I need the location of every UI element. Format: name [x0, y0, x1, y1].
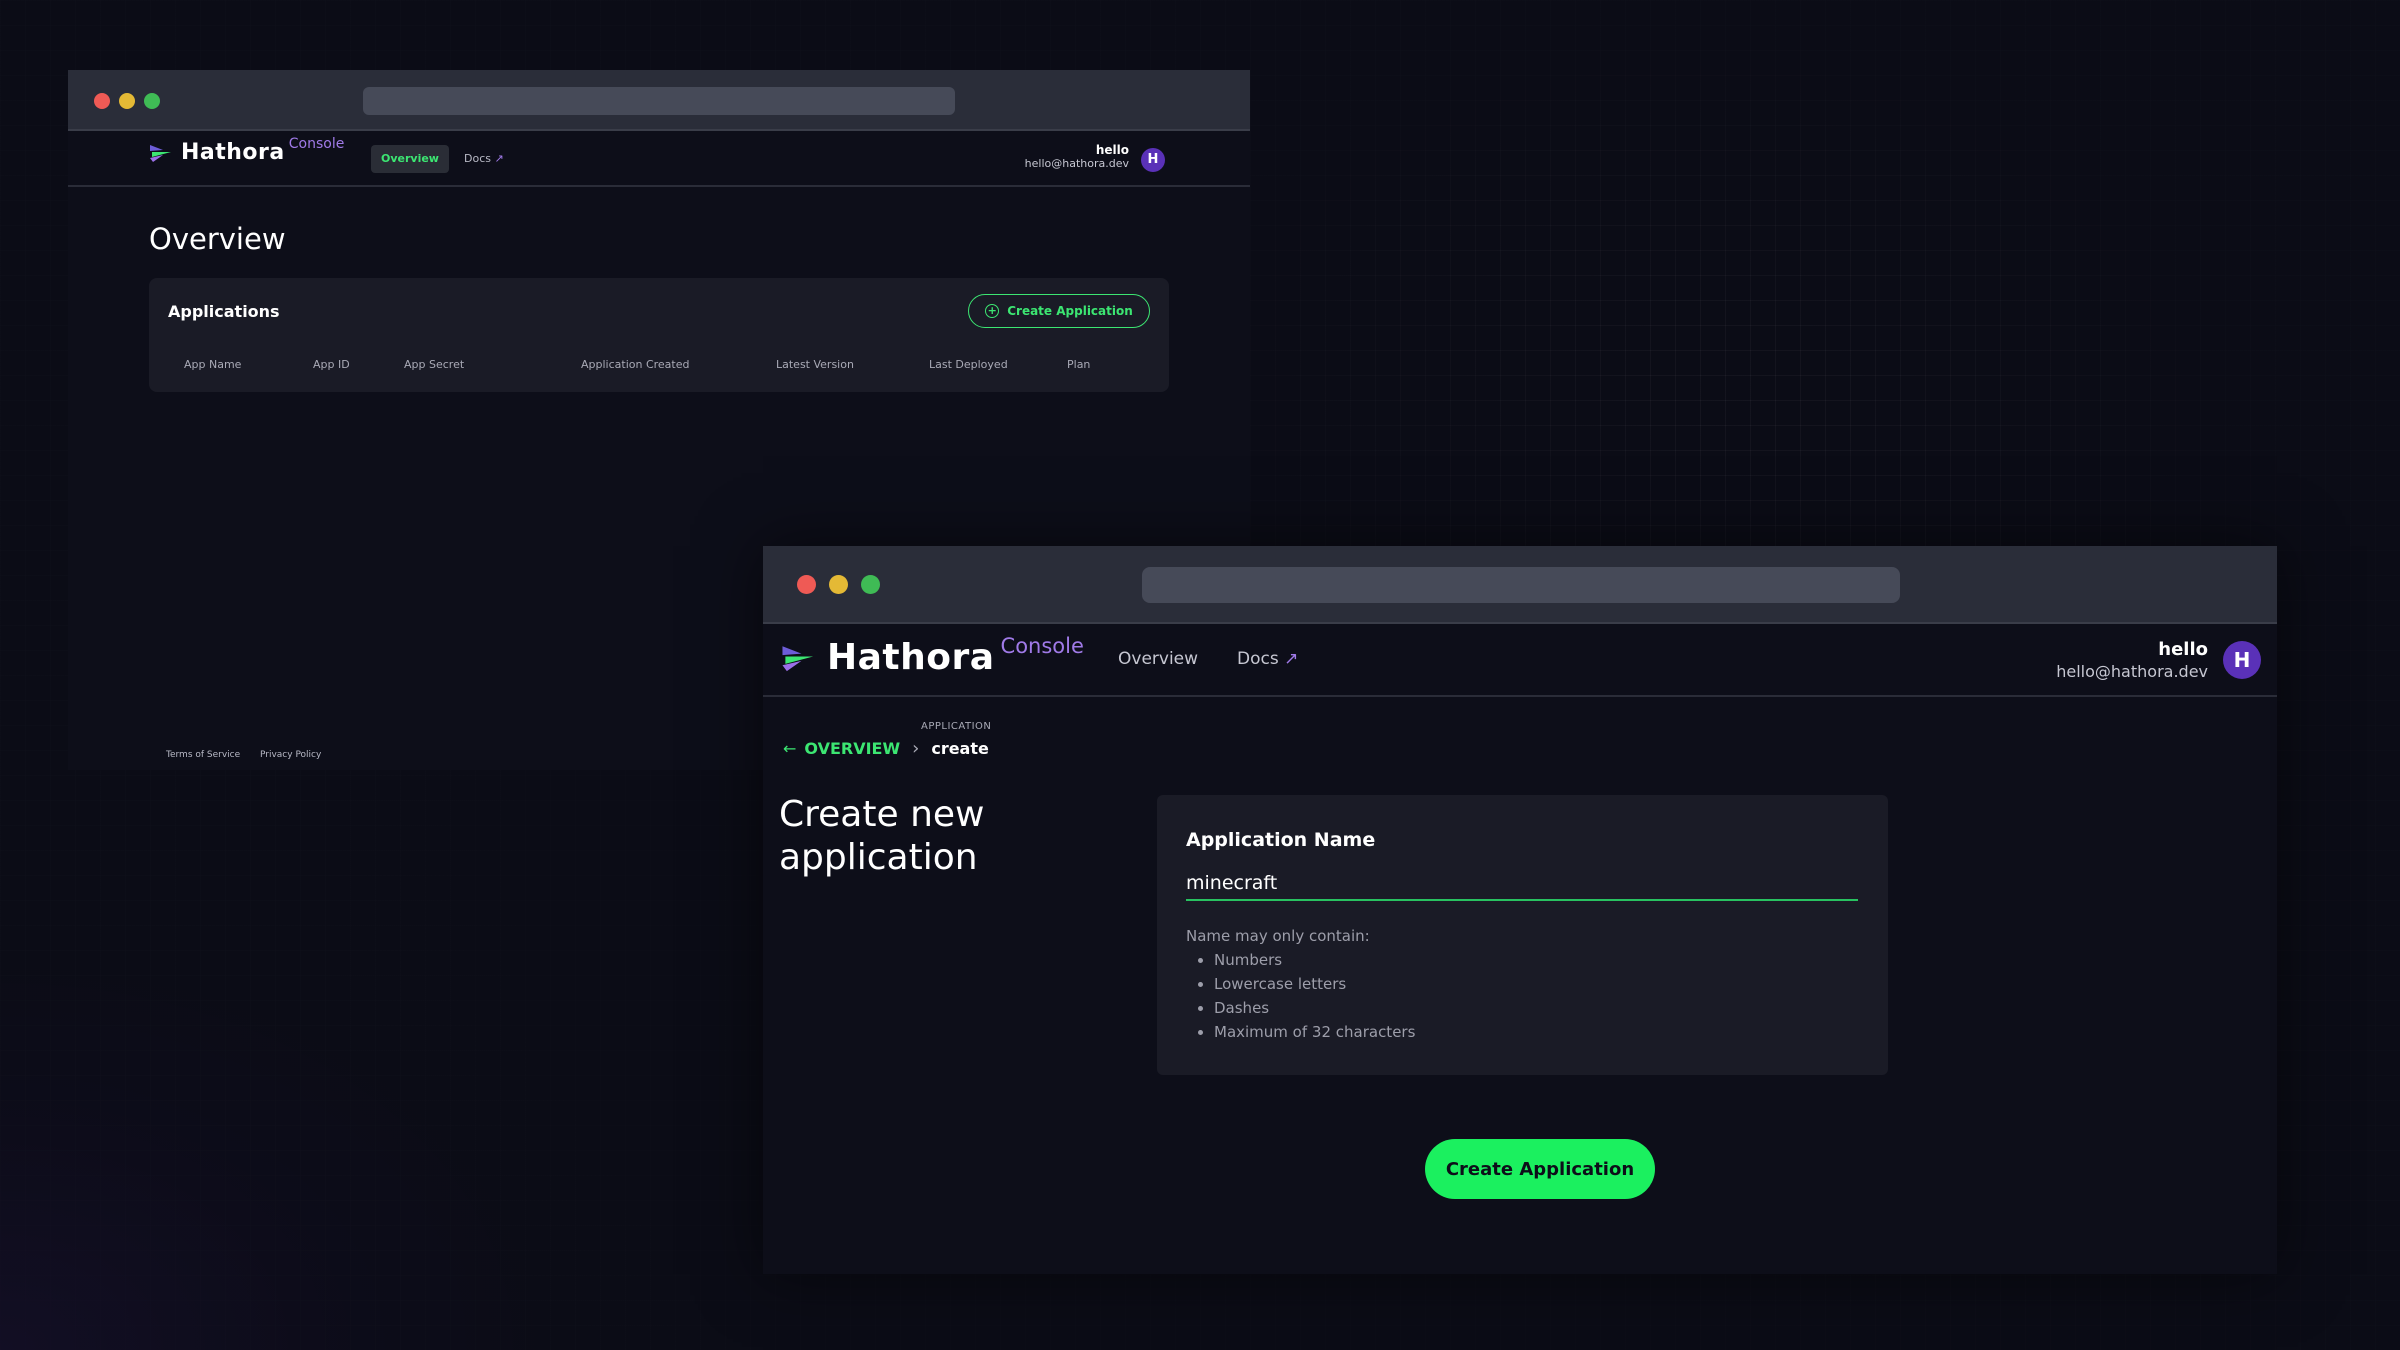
- nav-docs-label: Docs: [1237, 649, 1279, 669]
- maximize-window-dot[interactable]: [144, 93, 160, 109]
- avatar[interactable]: H: [2223, 641, 2261, 679]
- hathora-logo[interactable]: Hathora Console: [149, 136, 344, 165]
- column-header[interactable]: App ID: [313, 358, 350, 371]
- breadcrumb-overview-link[interactable]: OVERVIEW: [804, 739, 900, 758]
- name-rules-intro: Name may only contain:: [1186, 927, 1370, 945]
- applications-title: Applications: [168, 302, 280, 321]
- chevron-right-icon: ›: [912, 738, 920, 759]
- column-header[interactable]: Last Deployed: [929, 358, 1008, 371]
- create-application-label: Create Application: [1007, 304, 1133, 318]
- avatar[interactable]: H: [1141, 148, 1165, 172]
- user-name: hello: [1095, 143, 1129, 157]
- top-nav: Hathora Console Overview Docs ↗ hello he…: [68, 132, 1250, 187]
- address-bar[interactable]: [363, 87, 955, 115]
- breadcrumb: ← OVERVIEW › create: [783, 738, 989, 759]
- create-application-submit-button[interactable]: Create Application: [1425, 1139, 1655, 1199]
- user-name: hello: [2158, 639, 2208, 660]
- hathora-logo-icon: [782, 645, 814, 671]
- maximize-window-dot[interactable]: [861, 575, 880, 594]
- breadcrumb-current: create: [931, 739, 989, 758]
- list-item: Lowercase letters: [1214, 974, 1415, 994]
- logo-text: Hathora: [827, 637, 995, 678]
- column-header[interactable]: Application Created: [581, 358, 690, 371]
- address-bar[interactable]: [1142, 567, 1900, 603]
- application-name-label: Application Name: [1186, 829, 1376, 851]
- privacy-policy-link[interactable]: Privacy Policy: [260, 750, 321, 760]
- close-window-dot[interactable]: [797, 575, 816, 594]
- column-header[interactable]: Latest Version: [776, 358, 854, 371]
- browser-chrome: [763, 546, 2277, 624]
- hathora-logo[interactable]: Hathora Console: [781, 633, 1084, 678]
- top-nav: Hathora Console Overview Docs ↗ hello he…: [763, 625, 2277, 697]
- application-form-card: Application Name Name may only contain: …: [1157, 795, 1888, 1075]
- nav-overview[interactable]: Overview: [371, 145, 449, 173]
- nav-docs-label: Docs: [464, 152, 491, 165]
- hathora-logo-icon: [150, 144, 171, 162]
- user-email: hello@hathora.dev: [1024, 157, 1129, 170]
- logo-subtext: Console: [288, 135, 345, 152]
- create-application-button[interactable]: + Create Application: [968, 294, 1150, 328]
- arrow-left-icon[interactable]: ←: [783, 739, 796, 758]
- column-header[interactable]: Plan: [1067, 358, 1090, 371]
- terms-of-service-link[interactable]: Terms of Service: [166, 750, 240, 760]
- user-info[interactable]: hello hello@hathora.dev: [1025, 143, 1129, 170]
- applications-card: Applications + Create Application App Na…: [149, 278, 1169, 392]
- nav-overview[interactable]: Overview: [1118, 649, 1198, 669]
- plus-circle-icon: +: [985, 304, 1000, 318]
- list-item: Numbers: [1214, 950, 1415, 970]
- nav-docs[interactable]: Docs ↗: [464, 145, 504, 173]
- name-rules-list: Numbers Lowercase letters Dashes Maximum…: [1214, 950, 1415, 1046]
- external-link-icon: ↗: [1284, 649, 1299, 669]
- create-application-window: Hathora Console Overview Docs ↗ hello he…: [763, 546, 2277, 1274]
- browser-chrome: [68, 70, 1250, 131]
- external-link-icon: ↗: [494, 152, 504, 165]
- close-window-dot[interactable]: [94, 93, 110, 109]
- logo-text: Hathora: [181, 140, 285, 165]
- page-title: Create new application: [779, 794, 985, 878]
- application-name-input[interactable]: [1186, 867, 1858, 901]
- logo-subtext: Console: [1000, 633, 1084, 658]
- minimize-window-dot[interactable]: [829, 575, 848, 594]
- nav-docs[interactable]: Docs ↗: [1237, 649, 1298, 669]
- page-title: Overview: [149, 222, 286, 256]
- list-item: Maximum of 32 characters: [1214, 1022, 1415, 1042]
- breadcrumb-label: APPLICATION: [921, 721, 992, 732]
- column-header[interactable]: App Secret: [404, 358, 464, 371]
- column-header[interactable]: App Name: [184, 358, 241, 371]
- minimize-window-dot[interactable]: [119, 93, 135, 109]
- user-email: hello@hathora.dev: [2056, 662, 2208, 681]
- user-info[interactable]: hello hello@hathora.dev: [2056, 639, 2208, 681]
- list-item: Dashes: [1214, 998, 1415, 1018]
